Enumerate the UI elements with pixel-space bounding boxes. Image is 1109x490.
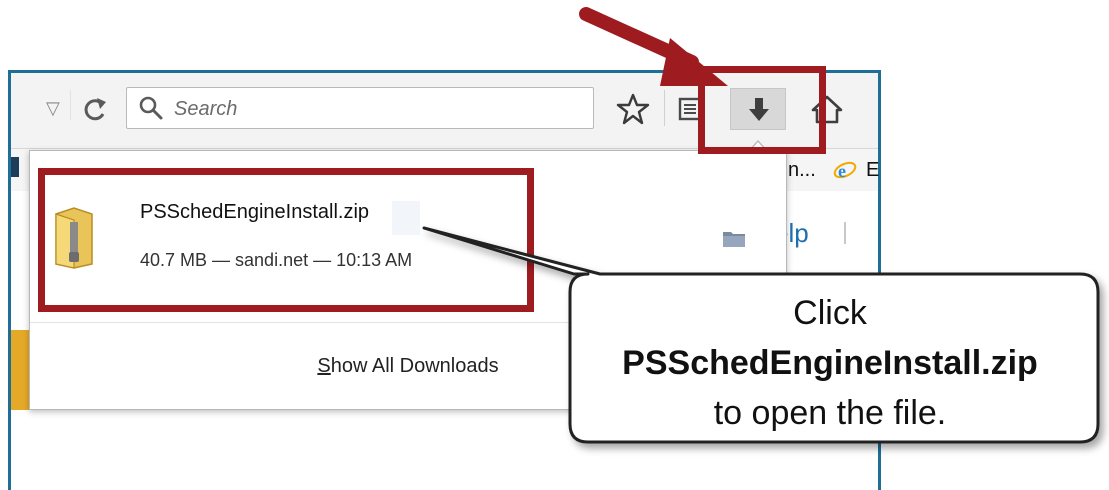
callout-line-2: PSSchedEngineInstall.zip bbox=[622, 344, 1038, 382]
callout-text: Click PSSchedEngineInstall.zip to open t… bbox=[580, 288, 1080, 438]
callout-line-1: Click bbox=[793, 294, 867, 332]
callout-line-3: to open the file. bbox=[713, 394, 947, 432]
